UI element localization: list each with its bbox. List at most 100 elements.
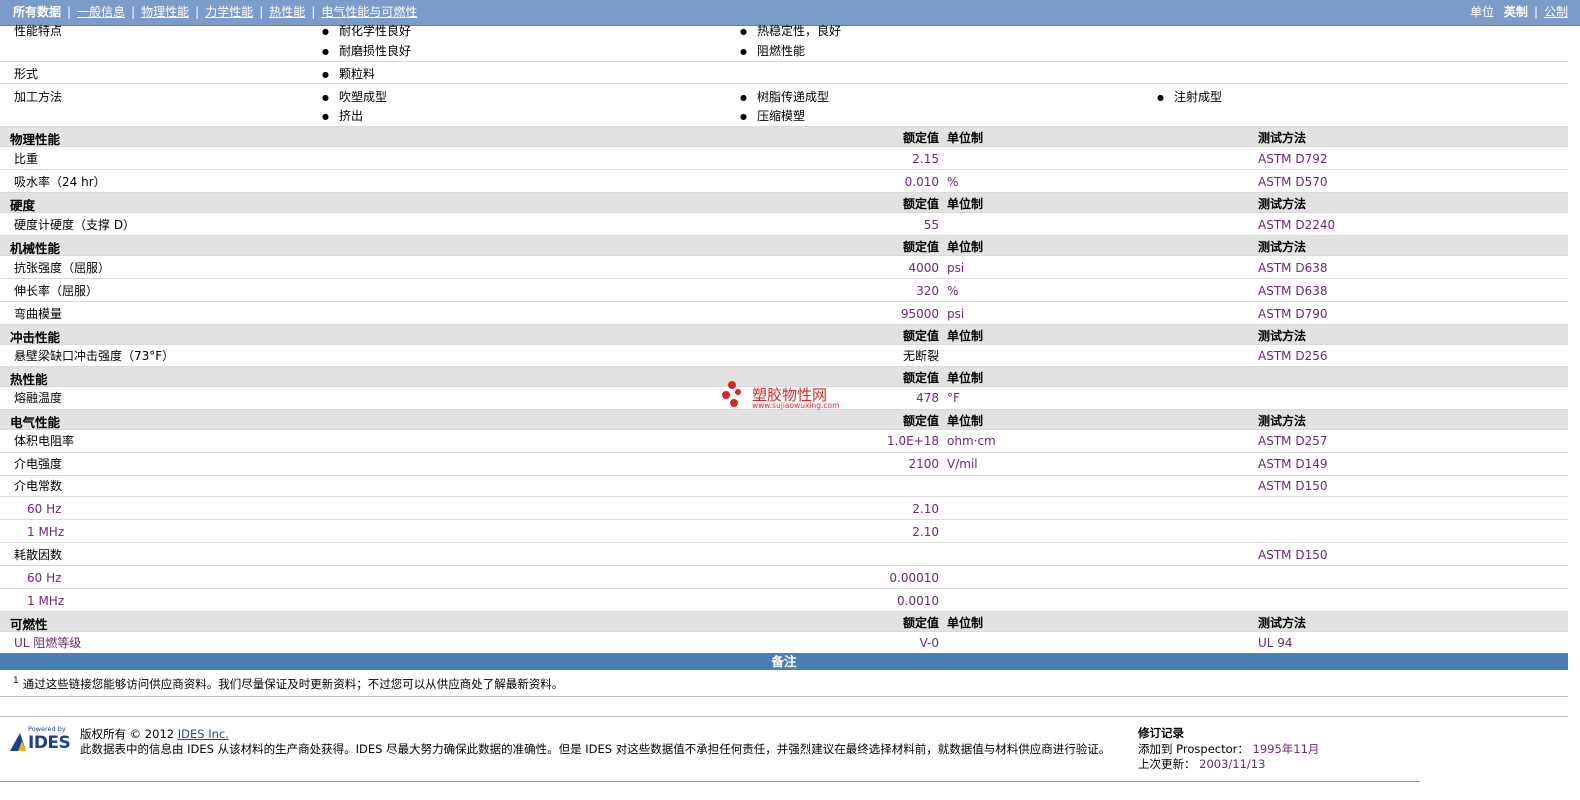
prop-label: 伸长率（屈服） [14,284,99,298]
footnote-number: 1 [13,676,19,687]
logo-mark-icon [10,733,26,751]
prop-unit: psi [947,307,965,321]
section-title: 硬度 [10,198,36,213]
feature-item: 耐磨损性良好 [322,42,411,59]
nav-all-data[interactable]: 所有数据 [13,5,61,19]
test-method-link[interactable]: ASTM D150 [1258,479,1327,493]
nav-tab-thermal[interactable]: 热性能 [269,5,305,19]
added-value: 1995年11月 [1252,741,1320,756]
company-link[interactable]: IDES Inc. [178,727,229,741]
header-unit: 单位制 [947,329,984,343]
unit-label: 单位 [1470,5,1495,19]
header-value: 额定值 [902,329,939,343]
prop-value: 0.010 [904,175,939,189]
prop-unit: V/mil [947,457,978,471]
feature-item: 阻燃性能 [740,42,805,59]
test-method-link[interactable]: ASTM D790 [1258,307,1327,321]
test-method-link[interactable]: ASTM D150 [1258,548,1327,562]
header-value: 额定值 [902,197,939,211]
table-row: 比重 2.15 ASTM D792 [0,147,1568,170]
header-unit: 单位制 [947,131,984,145]
table-row: 1 MHz 0.0010 [0,589,1568,612]
unit-imperial[interactable]: 英制 [1504,5,1528,19]
prop-value: 0.00010 [889,571,939,585]
test-method-link[interactable]: ASTM D149 [1258,457,1327,471]
section-title: 机械性能 [10,241,61,256]
section-title: 电气性能 [10,415,61,430]
added-label: 添加到 Prospector： [1138,741,1249,756]
logo-powered: Powered by [28,725,66,733]
header-unit: 单位制 [947,616,984,630]
unit-metric[interactable]: 公制 [1544,5,1568,19]
prop-sublabel: 60 Hz [27,571,62,585]
updated-label: 上次更新： [1138,757,1196,771]
header-test: 测试方法 [1258,240,1307,254]
header-test: 测试方法 [1258,329,1307,343]
test-method-link[interactable]: UL 94 [1258,636,1293,650]
test-method-link[interactable]: ASTM D570 [1258,175,1327,189]
prop-value: 2.15 [912,152,939,166]
test-method-link[interactable]: ASTM D256 [1258,349,1327,363]
test-method-link[interactable]: ASTM D257 [1258,434,1327,448]
prop-value: 0.0010 [897,594,939,608]
prop-label: 比重 [14,152,39,166]
prop-sublabel: 1 MHz [27,594,65,608]
ides-logo[interactable]: Powered by IDES [8,725,71,753]
form-row: 形式 颗粒料 [0,62,1568,84]
header-test: 测试方法 [1258,197,1307,211]
section-physical: 物理性能 额定值 单位制 测试方法 [0,127,1568,147]
prop-unit: °F [947,391,960,405]
section-title: 冲击性能 [10,330,61,345]
processing-label: 加工方法 [14,90,63,104]
nav-tab-physical[interactable]: 物理性能 [141,5,189,19]
nav-tab-general[interactable]: 一般信息 [77,5,125,19]
divider [0,781,1420,782]
nav-tab-electrical[interactable]: 电气性能与可燃性 [321,5,417,19]
table-row: 介电常数 ASTM D150 [0,476,1568,497]
section-title: 物理性能 [10,132,61,147]
table-row: 耗散因数 ASTM D150 [0,543,1568,566]
processing-item: 注射成型 [1157,88,1222,105]
disclaimer-text: 此数据表中的信息由 IDES 从该材料的生产商处获得。IDES 尽最大努力确保此… [80,742,1111,756]
processing-item: 树脂传递成型 [740,88,829,105]
test-method-link[interactable]: ASTM D638 [1258,284,1327,298]
prop-value: 55 [923,218,939,232]
test-method-link[interactable]: ASTM D792 [1258,152,1327,166]
prop-value: V-0 [919,636,939,650]
prop-label: UL 阻燃等级 [14,636,82,650]
prop-value: 478 [916,391,939,405]
test-method-link[interactable]: ASTM D638 [1258,261,1327,275]
prop-label: 介电强度 [14,457,63,471]
test-method-link[interactable]: ASTM D2240 [1258,218,1335,232]
prop-label: 耗散因数 [14,548,63,562]
nav-tab-mechanical[interactable]: 力学性能 [205,5,253,19]
table-row: 伸长率（屈服） 320 % ASTM D638 [0,279,1568,302]
section-title: 热性能 [10,372,48,387]
features-label: 性能特点 [14,24,63,38]
header-test: 测试方法 [1258,616,1307,630]
processing-item: 压缩模塑 [740,107,805,124]
prop-value: 95000 [900,307,939,321]
prop-sublabel: 1 MHz [27,525,65,539]
prop-unit: % [947,284,959,298]
features-row: 性能特点 耐化学性良好 热稳定性，良好 耐磨损性良好 阻燃性能 [0,24,1568,62]
section-electrical: 电气性能 额定值 单位制 测试方法 [0,410,1568,430]
footnote-text: 通过这些链接您能够访问供应商资料。我们尽量保证及时更新资料；不过您可以从供应商处… [22,677,564,691]
table-row: 介电强度 2100 V/mil ASTM D149 [0,453,1568,476]
feature-item: 热稳定性，良好 [740,22,841,39]
form-label: 形式 [14,67,39,81]
table-row: 硬度计硬度（支撑 D） 55 ASTM D2240 [0,213,1568,236]
header-value: 额定值 [902,616,939,630]
prop-label: 弯曲模量 [14,307,63,321]
table-row: 弯曲模量 95000 psi ASTM D790 [0,302,1568,325]
prop-label: 介电常数 [14,479,63,493]
table-row: 60 Hz 2.10 [0,497,1568,520]
table-row: 抗张强度（屈服） 4000 psi ASTM D638 [0,256,1568,279]
footnote: 1 通过这些链接您能够访问供应商资料。我们尽量保证及时更新资料；不过您可以从供应商… [13,676,563,692]
prop-sublabel: 60 Hz [27,502,62,516]
section-mechanical: 机械性能 额定值 单位制 测试方法 [0,236,1568,256]
divider [0,696,1568,697]
table-row: 1 MHz 2.10 [0,520,1568,543]
header-test: 测试方法 [1258,414,1307,428]
section-flammability: 可燃性 额定值 单位制 测试方法 [0,612,1568,632]
